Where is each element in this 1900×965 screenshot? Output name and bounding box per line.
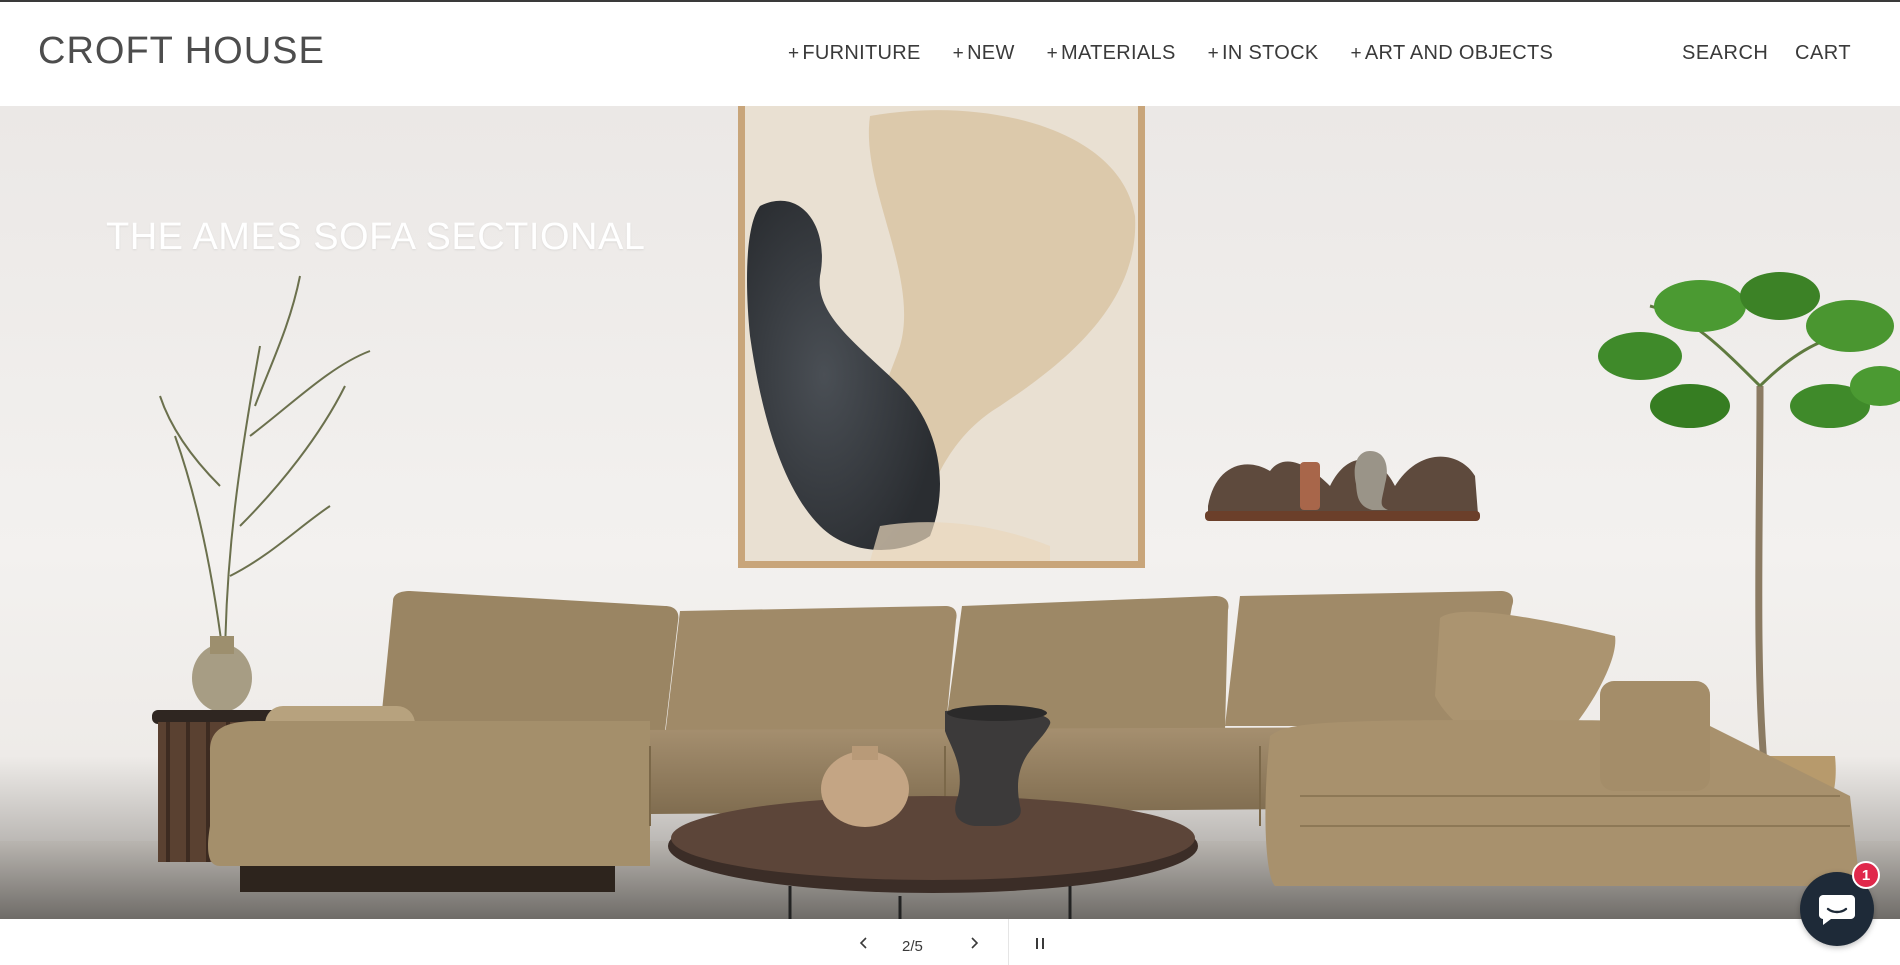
nav-item-label: IN STOCK (1222, 42, 1319, 64)
plus-icon: + (1350, 42, 1362, 64)
hero-slideshow: THE AMES SOFA SECTIONAL (0, 106, 1900, 919)
nav-item-in-stock[interactable]: + IN STOCK (1208, 42, 1319, 65)
chevron-right-icon (971, 937, 979, 949)
slide-counter: 2/5 (902, 938, 923, 955)
nav-item-label: MATERIALS (1061, 42, 1176, 64)
left-vase (192, 644, 252, 712)
nav-item-materials[interactable]: + MATERIALS (1047, 42, 1176, 65)
chat-notification-badge: 1 (1852, 861, 1880, 889)
nav-item-label: ART AND OBJECTS (1364, 42, 1554, 64)
cart-link[interactable]: CART (1795, 42, 1851, 65)
controls-divider (1008, 919, 1009, 965)
wall-shelf (1205, 451, 1480, 521)
framed-artwork (738, 106, 1145, 568)
nav-item-art-and-objects[interactable]: + ART AND OBJECTS (1351, 42, 1554, 65)
nav-item-furniture[interactable]: + FURNITURE (788, 42, 921, 65)
hero-heading: THE AMES SOFA SECTIONAL (106, 216, 646, 258)
chat-bubble-icon (1819, 895, 1855, 925)
left-plant (159, 275, 371, 672)
next-slide-button[interactable] (962, 931, 986, 955)
plus-icon: + (1207, 42, 1220, 64)
plus-icon: + (1046, 42, 1059, 64)
chevron-left-icon (859, 937, 867, 949)
main-nav: + FURNITURE + NEW + MATERIALS + IN STOCK + AR… (788, 42, 1585, 65)
nav-item-new[interactable]: + NEW (953, 42, 1015, 65)
pause-icon (1036, 938, 1044, 949)
search-link[interactable]: SEARCH (1682, 42, 1768, 65)
previous-slide-button[interactable] (852, 931, 876, 955)
nav-item-label: NEW (967, 42, 1015, 64)
nav-item-label: FURNITURE (802, 42, 921, 64)
plus-icon: + (952, 42, 965, 64)
plus-icon: + (788, 42, 800, 64)
pause-slideshow-button[interactable] (1028, 931, 1052, 955)
site-logo[interactable]: CROFT HOUSE (38, 30, 325, 73)
site-header: CROFT HOUSE + FURNITURE + NEW + MATERIALS +… (0, 2, 1900, 106)
slideshow-controls: 2/5 (0, 919, 1900, 965)
